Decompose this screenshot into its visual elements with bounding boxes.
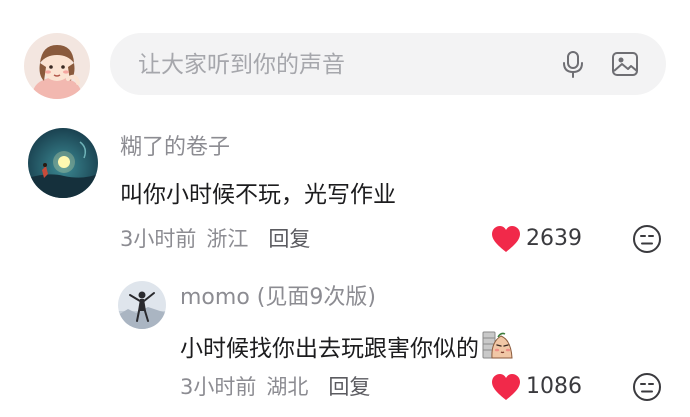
comment-input-placeholder: 让大家听到你的声音 — [138, 52, 345, 78]
user-avatar[interactable] — [28, 128, 98, 198]
comment-username[interactable]: 糊了的卷子 — [120, 134, 230, 162]
reply-button[interactable]: 回复 — [268, 227, 310, 251]
reply-item: momo (见面9次版) 小时候找你出去玩跟害你似的 3小时前 湖北 回复 10… — [118, 278, 666, 408]
reply-button[interactable]: 回复 — [328, 375, 370, 399]
comment-item: 糊了的卷子 叫你小时候不玩，光写作业 3小时前 浙江 回复 2639 — [24, 128, 666, 258]
like-button[interactable]: 1086 — [490, 372, 582, 402]
mic-icon[interactable] — [558, 49, 588, 79]
like-count: 1086 — [526, 374, 582, 399]
like-count: 2639 — [526, 226, 582, 251]
heart-icon — [490, 224, 522, 254]
reply-location: 湖北 — [266, 375, 309, 399]
reply-text: 小时候找你出去玩跟害你似的 — [180, 328, 515, 364]
user-avatar[interactable] — [118, 281, 166, 329]
heart-icon — [490, 372, 522, 402]
comment-text: 叫你小时候不玩，光写作业 — [120, 182, 396, 208]
comment-location: 浙江 — [206, 227, 249, 251]
image-icon[interactable] — [610, 49, 640, 79]
comments-panel: 让大家听到你的声音 糊了的卷子 叫你小时候不玩，光写作业 3小时前 浙江 回复 … — [0, 0, 690, 417]
my-avatar[interactable] — [24, 33, 90, 99]
reply-username[interactable]: momo (见面9次版) — [180, 284, 376, 312]
reply-meta: 3小时前 湖北 回复 — [180, 372, 370, 402]
comment-time: 3小时前 — [120, 227, 197, 251]
dislike-face-icon[interactable] — [632, 224, 662, 254]
reply-time: 3小时前 — [180, 375, 257, 399]
comment-composer: 让大家听到你的声音 — [24, 30, 666, 99]
reply-text-content: 小时候找你出去玩跟害你似的 — [180, 336, 479, 362]
shy-face-sticker-icon — [481, 328, 515, 362]
like-button[interactable]: 2639 — [490, 224, 582, 254]
comment-input[interactable]: 让大家听到你的声音 — [110, 33, 666, 95]
comment-meta: 3小时前 浙江 回复 — [120, 224, 310, 254]
dislike-face-icon[interactable] — [632, 372, 662, 402]
